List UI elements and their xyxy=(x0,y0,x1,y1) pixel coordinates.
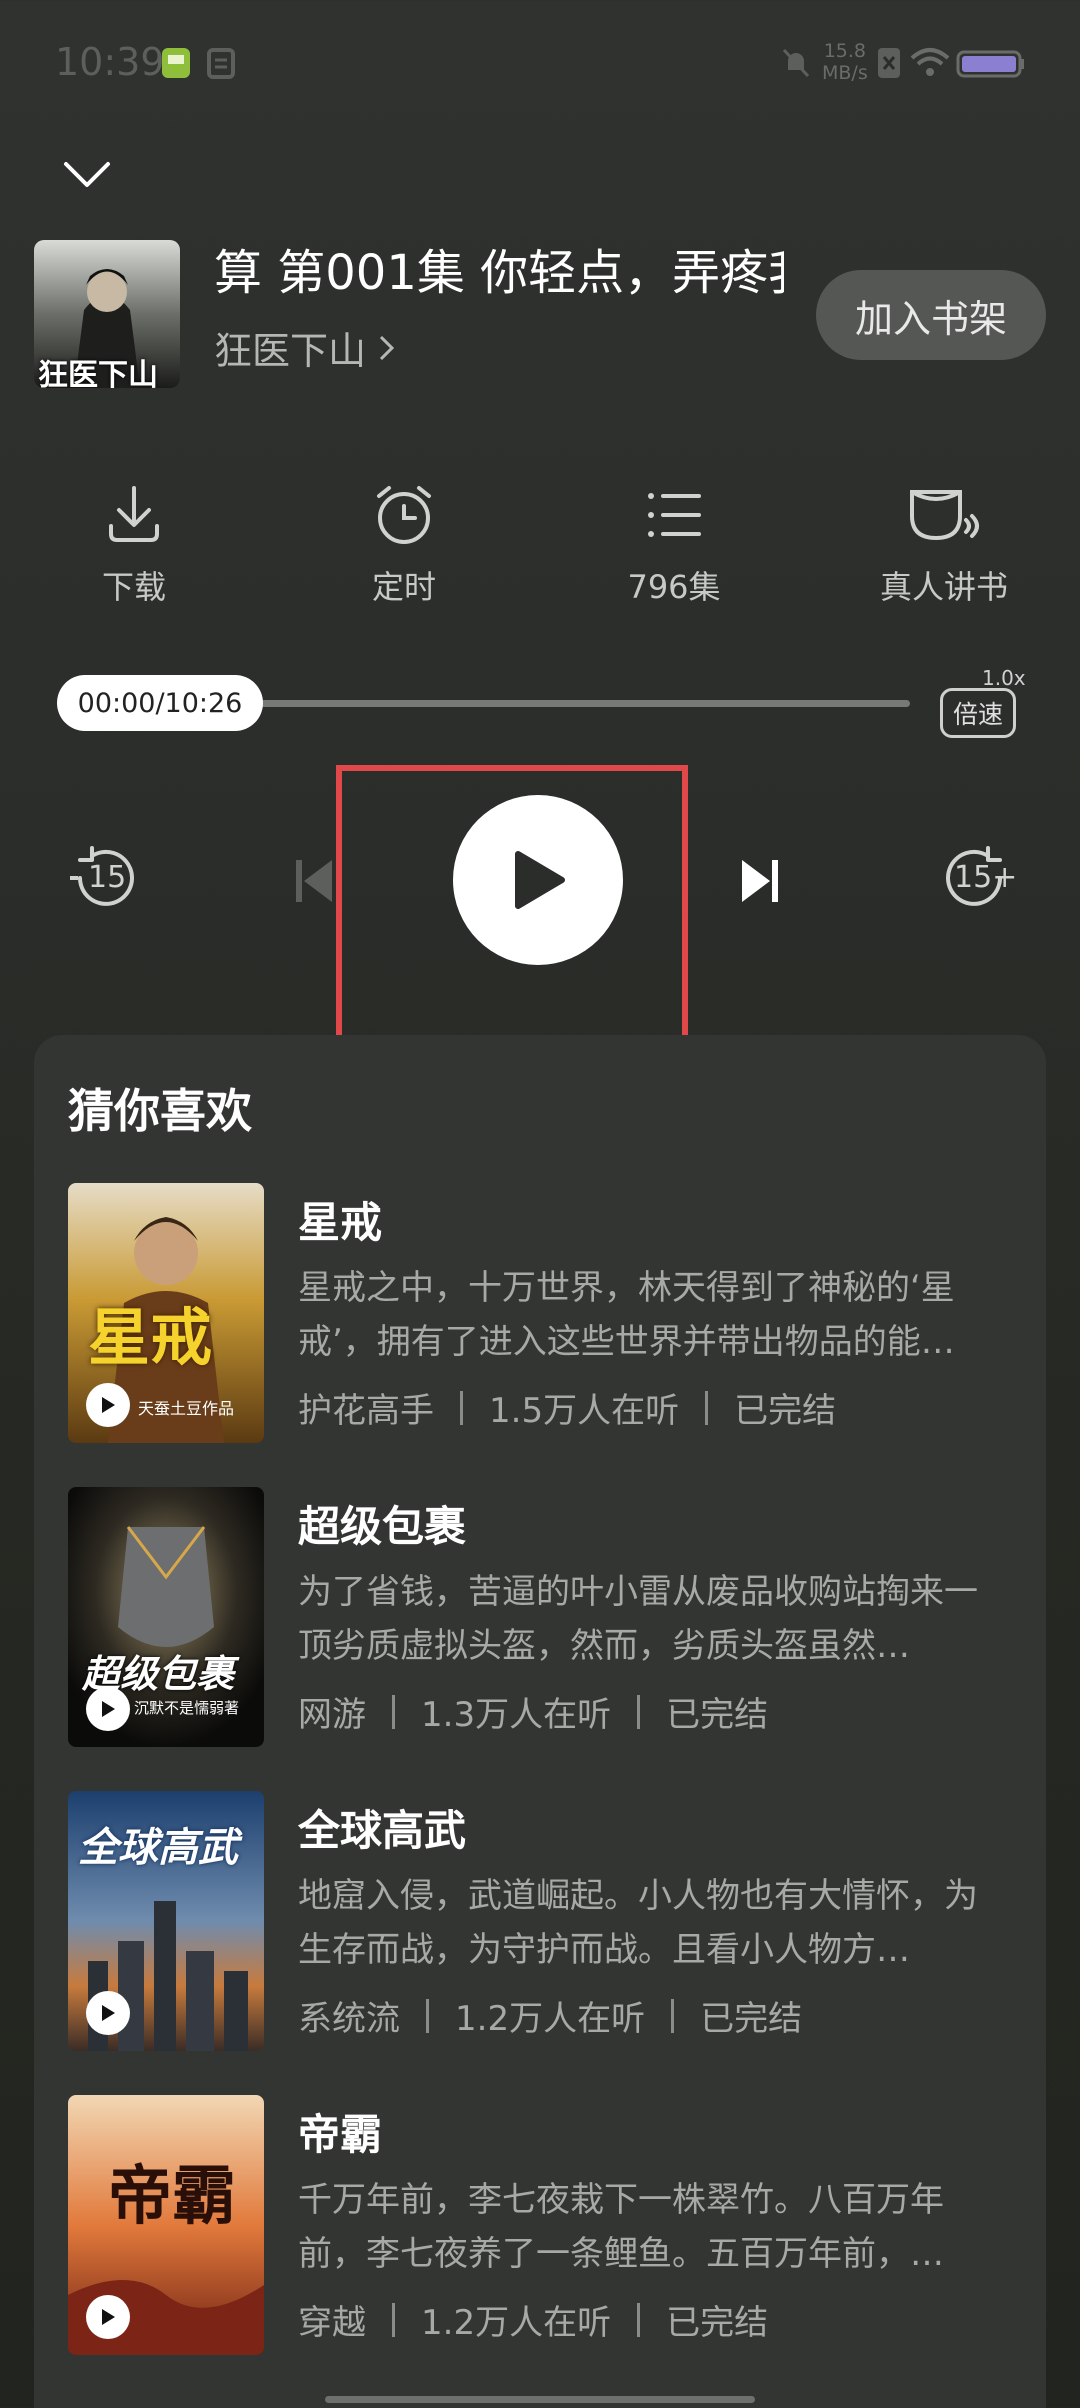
status-time: 10:39 xyxy=(55,40,165,84)
timer-label: 定时 xyxy=(371,568,436,606)
divider xyxy=(392,1694,395,1729)
rec-cover-title: 帝霸 xyxy=(108,2160,236,2234)
rec-description: 千万年前，李七夜栽下一株翠竹。八百万年前，李七夜养了一条鲤鱼。五百万年前，… xyxy=(298,2180,944,2274)
list-item[interactable]: 帝霸 帝霸 千万年前，李七夜栽下一株翠竹。八百万年前，李七夜养了一条鲤鱼。五百万… xyxy=(68,2095,1028,2357)
list-item[interactable]: 超级包裹 沉默不是懦弱著 超级包裹 为了省钱，苦逼的叶小雷从废品收购站掏来一顶劣… xyxy=(68,1487,1028,1749)
timer-button[interactable]: 定时 xyxy=(314,480,494,608)
divider xyxy=(460,1390,463,1425)
sim-x-icon xyxy=(878,48,900,78)
list-item[interactable]: 星戒 天蚕土豆作品 星戒 星戒之中，十万世界，林天得到了神秘的‘星戒’，拥有了进… xyxy=(68,1183,1028,1445)
rewind-15-button[interactable]: 15 xyxy=(66,840,142,916)
divider xyxy=(705,1390,709,1425)
divider xyxy=(637,1694,641,1729)
rec-description: 地窟入侵，武道崛起。小人物也有大情怀，为生存而战，为守护而战。且看小人物方… xyxy=(298,1876,978,1970)
progress-time-thumb[interactable]: 00:00/10:26 xyxy=(57,675,263,731)
next-track-icon[interactable] xyxy=(740,856,780,906)
play-icon xyxy=(102,1397,115,1413)
previous-track-icon[interactable] xyxy=(294,856,334,906)
alarm-clock-icon xyxy=(377,486,431,544)
episode-title: 算 第001集 你轻点，弄疼我 xyxy=(214,245,784,301)
app-notification-icon xyxy=(162,48,190,78)
rec-tag: 网游 xyxy=(298,1695,366,1735)
action-row: 下载 定时 796集 真人讲书 xyxy=(0,480,1080,620)
mini-play-button[interactable] xyxy=(86,2295,130,2339)
speed-value: 15.8 xyxy=(823,40,867,62)
speed-unit: MB/s xyxy=(822,62,868,84)
rec-name: 帝霸 xyxy=(298,2110,383,2159)
rec-tag: 护花高手 xyxy=(298,1391,434,1431)
mini-play-button[interactable] xyxy=(86,1687,130,1731)
play-icon xyxy=(102,1701,115,1717)
clipboard-icon xyxy=(207,48,235,79)
rec-cover-subtitle: 天蚕土豆作品 xyxy=(138,1399,235,1418)
rec-tag: 穿越 xyxy=(298,2303,366,2343)
rec-name: 全球高武 xyxy=(298,1806,467,1855)
rec-meta: 系统流 1.2万人在听 已完结 xyxy=(298,1991,802,2040)
rec-meta: 穿越 1.2万人在听 已完结 xyxy=(298,2295,768,2344)
add-to-shelf-button[interactable]: 加入书架 xyxy=(816,270,1046,360)
headset-speaker-icon xyxy=(910,490,979,541)
rec-description: 为了省钱，苦逼的叶小雷从废品收购站掏来一顶劣质虚拟头盔，然而，劣质头盔虽然… xyxy=(298,1572,978,1666)
rec-listeners: 1.5万人在听 xyxy=(489,1391,680,1431)
divider xyxy=(637,2302,641,2337)
rec-tag: 系统流 xyxy=(298,1999,400,2039)
rec-cover[interactable]: 超级包裹 沉默不是懦弱著 xyxy=(68,1487,264,1747)
wifi-icon xyxy=(910,48,950,76)
play-icon xyxy=(102,2309,115,2325)
rewind-label: 15 xyxy=(88,860,127,895)
rec-name: 超级包裹 xyxy=(298,1502,467,1551)
rec-meta: 护花高手 1.5万人在听 已完结 xyxy=(298,1383,836,1432)
status-bar: 10:39 15.8 MB/s xyxy=(0,0,1080,130)
list-item[interactable]: 全球高武 全球高武 地窟入侵，武道崛起。小人物也有大情怀，为生存而战，为守护而战… xyxy=(68,1791,1028,2053)
play-icon xyxy=(102,2005,115,2021)
chevron-right-icon xyxy=(379,335,395,360)
human-narration-button[interactable]: 真人讲书 xyxy=(854,480,1034,608)
download-icon xyxy=(109,486,159,542)
rec-name: 星戒 xyxy=(298,1198,383,1247)
episode-count-label: 796集 xyxy=(627,568,721,606)
cover-caption: 狂医下山 xyxy=(38,358,158,388)
mini-play-button[interactable] xyxy=(86,1991,130,2035)
playback-speed-button[interactable]: 1.0x 倍速 xyxy=(938,666,1026,738)
rec-status: 已完结 xyxy=(666,2303,769,2343)
rec-description: 星戒之中，十万世界，林天得到了神秘的‘星戒’，拥有了进入这些世界并带出物品的能… xyxy=(298,1268,955,1362)
rec-listeners: 1.2万人在听 xyxy=(455,1999,646,2039)
recommendations-title: 猜你喜欢 xyxy=(68,1084,252,1138)
mute-bell-icon xyxy=(782,48,810,78)
rec-status: 已完结 xyxy=(666,1695,769,1735)
divider xyxy=(671,1998,675,2033)
forward-label: 15+ xyxy=(954,860,1018,895)
play-button-highlight xyxy=(336,765,688,1042)
download-label: 下载 xyxy=(101,568,166,606)
rec-meta: 网游 1.3万人在听 已完结 xyxy=(298,1687,768,1736)
collapse-chevron-icon[interactable] xyxy=(62,150,112,200)
divider xyxy=(426,1998,429,2033)
battery-icon xyxy=(956,50,1024,78)
list-icon xyxy=(648,493,701,537)
divider xyxy=(392,2302,395,2337)
rec-status: 已完结 xyxy=(734,1391,837,1431)
rec-cover-title: 星戒 xyxy=(88,1301,213,1374)
rec-cover-title: 全球高武 xyxy=(78,1825,238,1871)
speed-rate: 1.0x xyxy=(982,666,1026,690)
rec-listeners: 1.3万人在听 xyxy=(421,1695,612,1735)
book-name: 狂医下山 xyxy=(214,329,367,373)
human-narration-label: 真人讲书 xyxy=(879,568,1008,606)
rec-cover[interactable]: 星戒 天蚕土豆作品 xyxy=(68,1183,264,1443)
home-indicator[interactable] xyxy=(325,2396,755,2403)
download-button[interactable]: 下载 xyxy=(44,480,224,608)
book-link[interactable]: 狂医下山 xyxy=(214,320,396,375)
episode-list-button[interactable]: 796集 xyxy=(584,480,764,608)
book-cover[interactable]: 狂医下山 xyxy=(34,240,180,388)
network-speed: 15.8 MB/s xyxy=(822,40,868,84)
rec-cover[interactable]: 帝霸 xyxy=(68,2095,264,2355)
rec-cover-subtitle: 沉默不是懦弱著 xyxy=(134,1699,240,1717)
rec-cover[interactable]: 全球高武 xyxy=(68,1791,264,2051)
forward-15-button[interactable]: 15+ xyxy=(938,840,1018,916)
speed-label: 倍速 xyxy=(940,688,1016,738)
recommendations-panel: 猜你喜欢 星戒 天蚕土豆作品 星戒 星戒之中，十万世界，林天得到了神秘的‘星戒’… xyxy=(34,1035,1046,2408)
rec-listeners: 1.2万人在听 xyxy=(421,2303,612,2343)
mini-play-button[interactable] xyxy=(86,1383,130,1427)
rec-status: 已完结 xyxy=(700,1999,803,2039)
